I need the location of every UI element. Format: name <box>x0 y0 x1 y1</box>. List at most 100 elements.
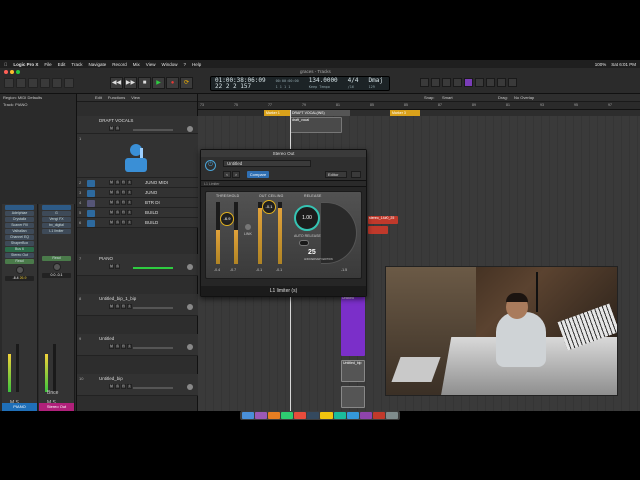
region-untitled[interactable]: Untitled <box>341 296 365 356</box>
trash-icon[interactable] <box>385 412 398 419</box>
menu-record[interactable]: Record <box>112 62 127 67</box>
eq-thumbnail[interactable] <box>5 205 34 210</box>
metronome-button[interactable] <box>453 78 462 87</box>
record-enable-button[interactable]: R <box>121 200 126 205</box>
plugin-slot-1[interactable]: Crystallz <box>5 217 34 222</box>
input-monitor-button[interactable]: I <box>127 344 132 349</box>
menu-help[interactable]: Help <box>192 62 201 67</box>
browser-button[interactable] <box>508 78 517 87</box>
input-monitor-button[interactable]: I <box>127 180 132 185</box>
record-enable-button[interactable]: R <box>121 344 126 349</box>
apple-icon[interactable]:  <box>4 62 7 67</box>
plugin-window-title[interactable]: Stereo Out <box>201 150 366 157</box>
loop-browser-button[interactable] <box>497 78 506 87</box>
count-in-button[interactable] <box>442 78 451 87</box>
record-enable-button[interactable]: R <box>121 190 126 195</box>
mute-button[interactable]: M <box>109 344 114 349</box>
record-button[interactable]: ● <box>166 77 179 89</box>
record-enable-button[interactable]: R <box>121 384 126 389</box>
pan-knob[interactable] <box>187 126 193 132</box>
solo-button[interactable]: S <box>115 180 120 185</box>
app-icon[interactable] <box>268 412 281 419</box>
app-icon[interactable] <box>255 412 268 419</box>
setting-slot[interactable]: Adelphiae <box>5 211 34 216</box>
library-button[interactable] <box>4 78 14 88</box>
menu-edit[interactable]: Edit <box>58 62 66 67</box>
power-icon[interactable]: ⏻ <box>205 160 216 171</box>
mixer-button[interactable] <box>52 78 62 88</box>
mute-button[interactable]: M <box>109 304 114 309</box>
send-slot[interactable]: Bus 6 <box>5 247 34 252</box>
automation-read[interactable]: Read <box>5 259 34 264</box>
menu-mix[interactable]: Mix <box>133 62 140 67</box>
eq-thumbnail-out[interactable] <box>42 205 71 210</box>
finder-icon[interactable] <box>242 412 255 419</box>
cycle-button[interactable]: ⟳ <box>180 77 193 89</box>
solo-button[interactable]: S <box>115 384 120 389</box>
record-enable-button[interactable]: R <box>121 304 126 309</box>
region-draft-vocals[interactable]: draft_vocal <box>290 117 342 133</box>
bar-ruler[interactable]: 73 75 77 79 81 85 85 87 89 81 93 95 97 <box>198 102 640 110</box>
solo-button[interactable]: S <box>115 200 120 205</box>
mute-button[interactable]: M <box>109 220 114 225</box>
solo-button[interactable]: S <box>115 304 120 309</box>
menu-file[interactable]: File <box>44 62 51 67</box>
menu-navigate[interactable]: Navigate <box>89 62 107 67</box>
record-enable-button[interactable]: R <box>121 220 126 225</box>
smart-controls-button[interactable] <box>40 78 50 88</box>
app-icon[interactable] <box>346 412 359 419</box>
preset-menu[interactable]: Untitled <box>223 160 311 167</box>
rewind-button[interactable]: ◀◀ <box>110 77 123 89</box>
pan-knob[interactable] <box>187 264 193 270</box>
zoom-window-button[interactable] <box>16 70 20 74</box>
volume-slider[interactable] <box>133 347 173 349</box>
link-icon[interactable] <box>351 171 361 178</box>
setting-slot-out[interactable]: G <box>42 211 71 216</box>
pan-knob[interactable] <box>187 384 193 390</box>
forward-button[interactable]: ▶▶ <box>124 77 137 89</box>
region-audio[interactable] <box>341 386 365 408</box>
record-enable-button[interactable]: R <box>121 180 126 185</box>
input-monitor-button[interactable]: I <box>127 190 132 195</box>
menu-tracks-functions[interactable]: Functions <box>108 95 125 100</box>
mute-button[interactable]: M <box>109 200 114 205</box>
pan-knob[interactable] <box>187 344 193 350</box>
inspector-button[interactable] <box>16 78 26 88</box>
track-row[interactable]: 10 Untitled_bip MSRI <box>77 374 198 396</box>
volume-slider[interactable] <box>133 387 173 389</box>
menu-view[interactable]: View <box>146 62 156 67</box>
list-editors-button[interactable] <box>475 78 484 87</box>
menu-extra[interactable]: ? <box>184 62 187 67</box>
volume-slider[interactable] <box>133 307 173 309</box>
input-monitor-button[interactable]: I <box>127 200 132 205</box>
solo-button[interactable]: S <box>115 220 120 225</box>
minimize-window-button[interactable] <box>10 70 14 74</box>
volume-slider[interactable] <box>133 267 173 269</box>
next-preset-icon[interactable]: > <box>232 171 240 178</box>
solo-button[interactable]: S <box>115 264 120 269</box>
menu-tracks-edit[interactable]: Edit <box>95 95 102 100</box>
input-monitor-button[interactable]: I <box>127 384 132 389</box>
link-toggle[interactable] <box>245 224 251 230</box>
track-row[interactable]: 4 MSRI BTR DI <box>77 198 198 208</box>
battery-label[interactable]: 100% <box>595 62 607 67</box>
plugin-slot-2[interactable]: Scaner Fill <box>5 223 34 228</box>
auto-release-toggle[interactable] <box>299 240 309 246</box>
automation-read-out[interactable]: Read <box>42 256 71 261</box>
release-knob[interactable]: 1.00 <box>294 205 320 231</box>
solo-button[interactable] <box>431 78 440 87</box>
pan-knob[interactable] <box>187 304 193 310</box>
menu-app[interactable]: Logic Pro X <box>13 62 38 67</box>
mute-button[interactable]: M <box>109 264 114 269</box>
region-untitled-bip[interactable]: Untitled_bip <box>341 360 365 382</box>
app-icon[interactable] <box>294 412 307 419</box>
channel-name-stereo-out[interactable]: Stereo Out <box>39 403 74 411</box>
pan-knob-out[interactable] <box>52 263 61 271</box>
threshold-knob[interactable]: -6.9 <box>220 212 234 226</box>
region-red[interactable] <box>368 226 388 234</box>
snap-select[interactable]: Smart <box>442 95 453 100</box>
solo-button[interactable]: S <box>115 210 120 215</box>
plugin-slot-out-2[interactable]: bx_digital <box>42 223 71 228</box>
input-monitor-button[interactable]: I <box>127 220 132 225</box>
region-stems[interactable]: stereo_14#0_25 <box>368 216 398 224</box>
